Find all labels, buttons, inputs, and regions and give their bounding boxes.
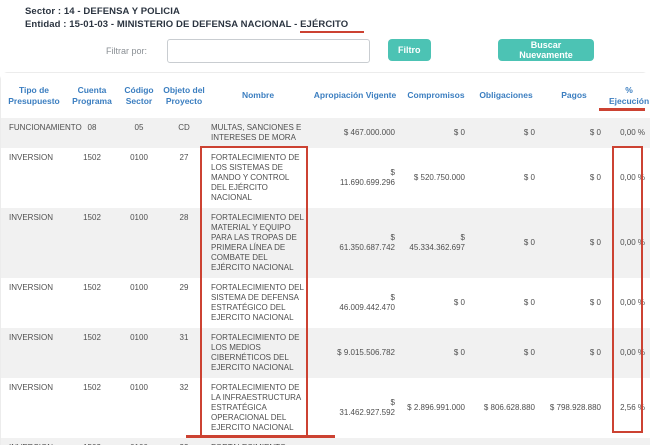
cell-cuenta-programa: 1502 xyxy=(67,438,117,445)
cell-tipo-presupuesto: INVERSION xyxy=(1,208,67,278)
cell-apropiacion-vigente: $ 46.009.442.470 xyxy=(309,278,401,328)
cell-cuenta-programa: 1502 xyxy=(67,328,117,378)
cell-tipo-presupuesto: INVERSION xyxy=(1,378,67,438)
col-cuenta-programa: Cuenta Programa xyxy=(67,73,117,118)
cell-pagos: $ 798.928.880 xyxy=(541,378,607,438)
buscar-nuevamente-button[interactable]: Buscar Nuevamente xyxy=(498,39,594,61)
col-pct-ejecucion: % Ejecución xyxy=(607,73,650,118)
col-codigo-sector: Código Sector xyxy=(117,73,161,118)
entidad-highlight: EJÉRCITO xyxy=(300,19,364,33)
cell-obligaciones: $ 0 xyxy=(471,328,541,378)
cell-pagos: $ 0 xyxy=(541,328,607,378)
cell-compromisos: $ 0 xyxy=(401,118,471,148)
cell-pct-ejecucion: 0,00 % xyxy=(607,148,650,208)
table-body: FUNCIONAMIENTO 08 05 CD MULTAS, SANCIONE… xyxy=(1,118,650,445)
cell-tipo-presupuesto: FUNCIONAMIENTO xyxy=(1,118,67,148)
cell-codigo-sector: 05 xyxy=(117,118,161,148)
cell-cuenta-programa: 1502 xyxy=(67,208,117,278)
col-nombre: Nombre xyxy=(207,73,309,118)
col-compromisos: Compromisos xyxy=(401,73,471,118)
cell-pagos: $ 0 xyxy=(541,118,607,148)
cell-apropiacion-vigente: $ 31.462.927.592 xyxy=(309,378,401,438)
cell-obligaciones: $ 0 xyxy=(471,208,541,278)
cell-tipo-presupuesto: INVERSION xyxy=(1,328,67,378)
entidad-line: Entidad : 15-01-03 - MINISTERIO DE DEFEN… xyxy=(25,18,364,31)
sector-line: Sector : 14 - DEFENSA Y POLICIA xyxy=(25,5,364,18)
cell-pagos: $ 520.804.980 xyxy=(541,438,607,445)
table-row: INVERSION 1502 0100 29 FORTALECIMIENTO D… xyxy=(1,278,650,328)
cell-tipo-presupuesto: INVERSION xyxy=(1,438,67,445)
cell-cuenta-programa: 1502 xyxy=(67,278,117,328)
filter-label: Filtrar por: xyxy=(106,46,147,56)
cell-objeto-proyecto: 29 xyxy=(161,278,207,328)
cell-codigo-sector: 0100 xyxy=(117,278,161,328)
cell-obligaciones: $ 806.628.880 xyxy=(471,378,541,438)
cell-apropiacion-vigente: $ 61.350.687.742 xyxy=(309,208,401,278)
cell-codigo-sector: 0100 xyxy=(117,378,161,438)
cell-obligaciones: $ 0 xyxy=(471,148,541,208)
cell-objeto-proyecto: 27 xyxy=(161,148,207,208)
filtro-button[interactable]: Filtro xyxy=(388,39,431,61)
cell-tipo-presupuesto: INVERSION xyxy=(1,148,67,208)
cell-nombre: FORTALECIMIENTO DE LOS MEDIOS CIBERNÉTIC… xyxy=(207,328,309,378)
cell-apropiacion-vigente: $ 11.690.699.296 xyxy=(309,148,401,208)
cell-pct-ejecucion: 0,00 % xyxy=(607,328,650,378)
cell-obligaciones: $ 0 xyxy=(471,278,541,328)
col-objeto-proyecto: Objeto del Proyecto xyxy=(161,73,207,118)
col-tipo-presupuesto: Tipo de Presupuesto xyxy=(1,73,67,118)
table-header: Tipo de Presupuesto Cuenta Programa Códi… xyxy=(1,73,650,118)
cell-obligaciones: $ 0 xyxy=(471,118,541,148)
cell-pagos: $ 0 xyxy=(541,278,607,328)
cell-codigo-sector: 0100 xyxy=(117,328,161,378)
entidad-prefix: Entidad : 15-01-03 - MINISTERIO DE DEFEN… xyxy=(25,19,300,30)
cell-nombre: FORTALECIMIENTO DEL MATERIAL Y EQUIPO PA… xyxy=(207,208,309,278)
cell-apropiacion-vigente: $ 467.000.000 xyxy=(309,118,401,148)
cell-objeto-proyecto: 32 xyxy=(161,378,207,438)
page-header: Sector : 14 - DEFENSA Y POLICIA Entidad … xyxy=(25,5,364,31)
cell-compromisos: $ 0 xyxy=(401,328,471,378)
cell-tipo-presupuesto: INVERSION xyxy=(1,278,67,328)
cell-pct-ejecucion: 2,56 % xyxy=(607,378,650,438)
cell-nombre: FORTALECIMIENTO INFRAESTRUCTURA DE SOPOR… xyxy=(207,438,309,445)
cell-pagos: $ 0 xyxy=(541,208,607,278)
cell-codigo-sector: 0100 xyxy=(117,438,161,445)
cell-apropiacion-vigente: $ 23.882.521.051 xyxy=(309,438,401,445)
budget-table: Tipo de Presupuesto Cuenta Programa Códi… xyxy=(0,72,650,445)
table-row: INVERSION 1502 0100 27 FORTALECIMIENTO D… xyxy=(1,148,650,208)
cell-apropiacion-vigente: $ 9.015.506.782 xyxy=(309,328,401,378)
table-row: FUNCIONAMIENTO 08 05 CD MULTAS, SANCIONE… xyxy=(1,118,650,148)
cell-obligaciones: $ 525.304.980 xyxy=(471,438,541,445)
cell-compromisos: $ 45.334.362.697 xyxy=(401,208,471,278)
table-row: INVERSION 1502 0100 28 FORTALECIMIENTO D… xyxy=(1,208,650,278)
col-obligaciones: Obligaciones xyxy=(471,73,541,118)
cell-compromisos: $ 0 xyxy=(401,278,471,328)
table-row: INVERSION 1502 0100 31 FORTALECIMIENTO D… xyxy=(1,328,650,378)
cell-pct-ejecucion: 2,20 % xyxy=(607,438,650,445)
cell-objeto-proyecto: CD xyxy=(161,118,207,148)
col-pagos: Pagos xyxy=(541,73,607,118)
cell-pct-ejecucion: 0,00 % xyxy=(607,118,650,148)
col-apropiacion-vigente: Apropiación Vigente xyxy=(309,73,401,118)
cell-nombre: FORTALECIMIENTO DEL SISTEMA DE DEFENSA E… xyxy=(207,278,309,328)
table-row: INVERSION 1502 0100 32 FORTALECIMIENTO D… xyxy=(1,378,650,438)
cell-compromisos: $ 1.103.604.980 xyxy=(401,438,471,445)
cell-pct-ejecucion: 0,00 % xyxy=(607,208,650,278)
cell-objeto-proyecto: 33 xyxy=(161,438,207,445)
cell-pagos: $ 0 xyxy=(541,148,607,208)
cell-nombre: FORTALECIMIENTO DE LOS SISTEMAS DE MANDO… xyxy=(207,148,309,208)
cell-compromisos: $ 2.896.991.000 xyxy=(401,378,471,438)
cell-objeto-proyecto: 28 xyxy=(161,208,207,278)
cell-codigo-sector: 0100 xyxy=(117,208,161,278)
cell-cuenta-programa: 1502 xyxy=(67,148,117,208)
cell-compromisos: $ 520.750.000 xyxy=(401,148,471,208)
cell-pct-ejecucion: 0,00 % xyxy=(607,278,650,328)
cell-codigo-sector: 0100 xyxy=(117,148,161,208)
cell-nombre: FORTALECIMIENTO DE LA INFRAESTRUCTURA ES… xyxy=(207,378,309,438)
filter-input[interactable] xyxy=(167,39,370,63)
cell-objeto-proyecto: 31 xyxy=(161,328,207,378)
cell-cuenta-programa: 1502 xyxy=(67,378,117,438)
cell-nombre: MULTAS, SANCIONES E INTERESES DE MORA xyxy=(207,118,309,148)
table-row: INVERSION 1502 0100 33 FORTALECIMIENTO I… xyxy=(1,438,650,445)
